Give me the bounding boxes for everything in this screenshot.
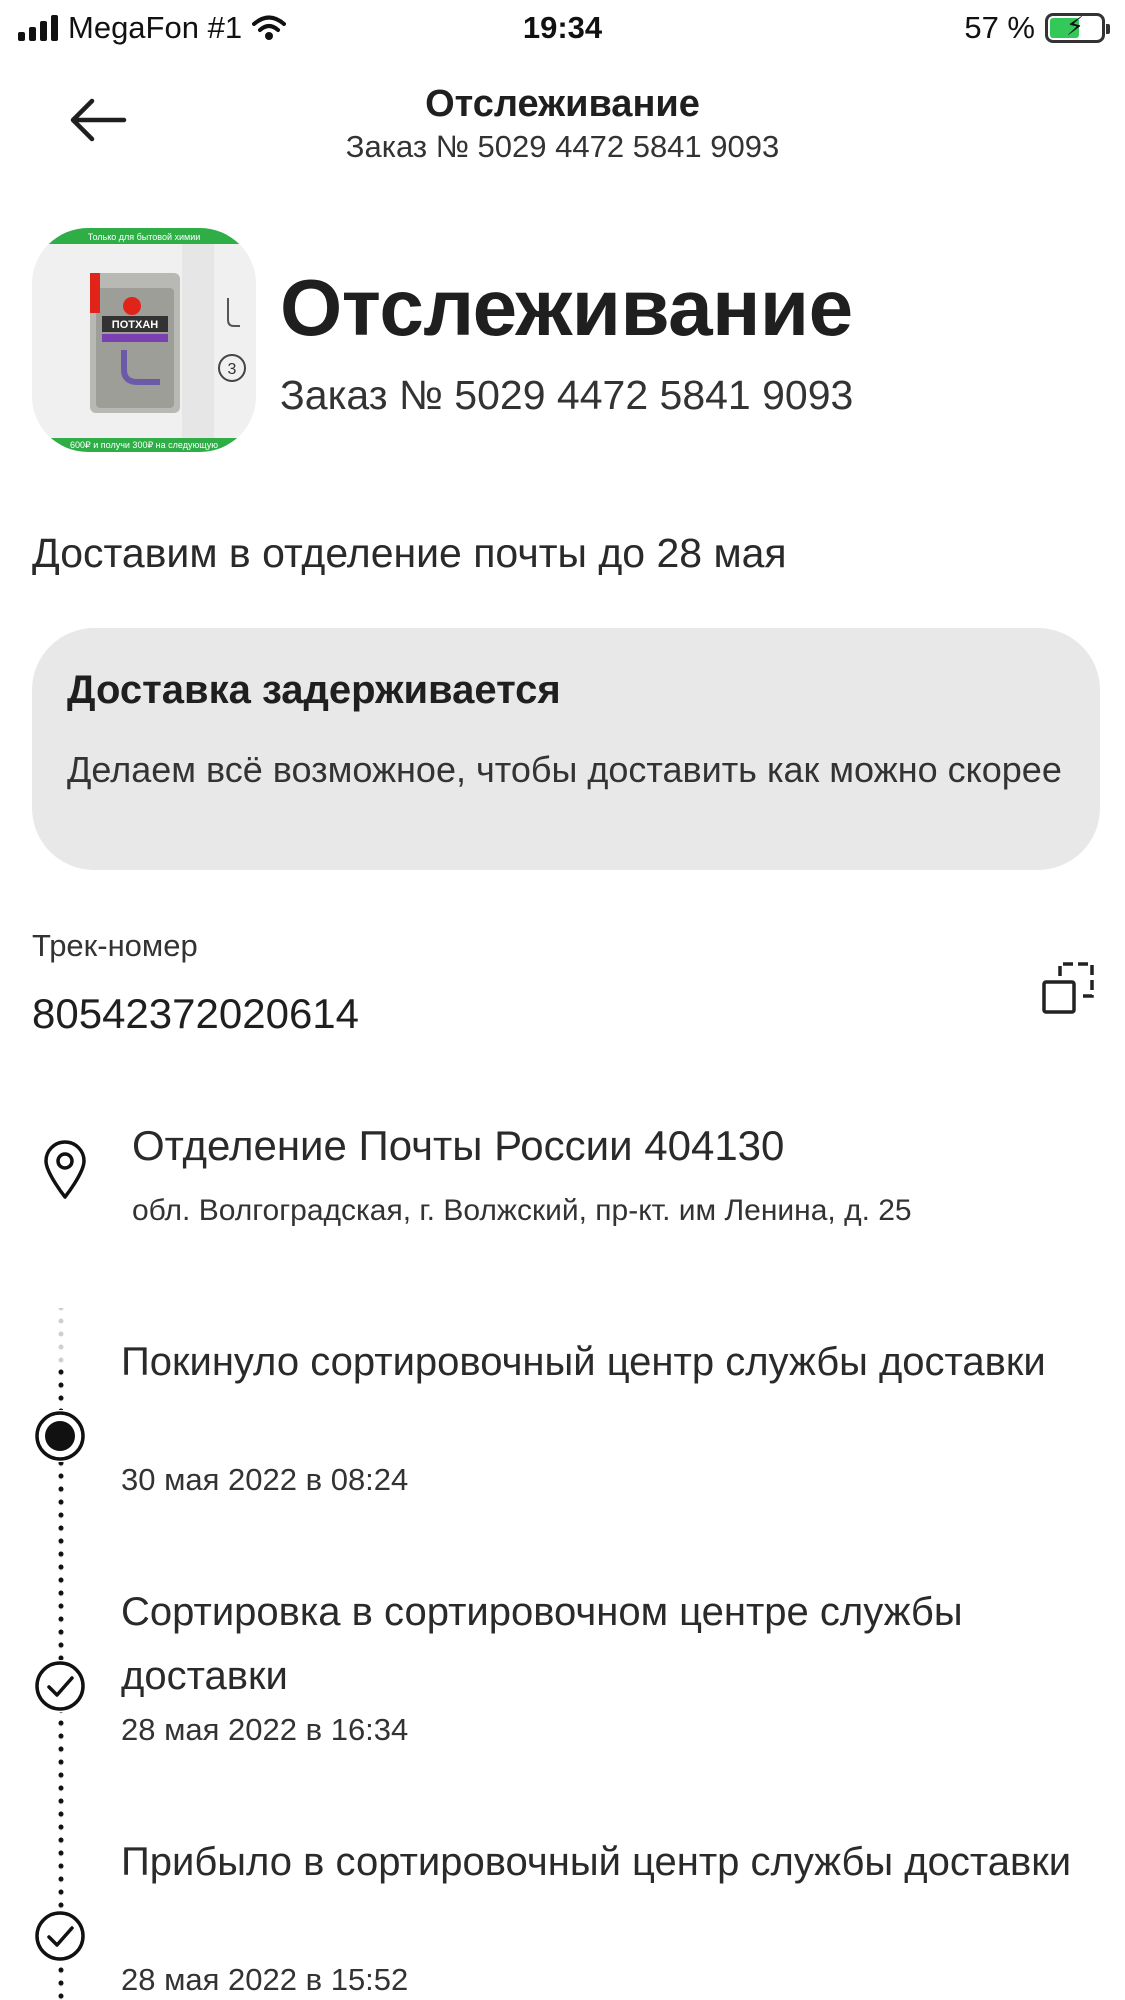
delay-alert-card: Доставка задерживается Делаем всё возмож…	[32, 628, 1100, 870]
current-dot-icon	[34, 1410, 86, 1462]
event-date: 28 мая 2022 в 16:34	[121, 1712, 409, 1747]
svg-text:3: 3	[228, 361, 237, 378]
check-circle-icon	[34, 1910, 86, 1962]
check-circle-icon	[34, 1660, 86, 1712]
alert-title: Доставка задерживается	[67, 668, 561, 712]
product-banner-top: Только для бытовой химии	[88, 232, 201, 242]
page-title: Отслеживание	[280, 263, 853, 352]
battery-group: 57 % ⚡	[964, 10, 1110, 46]
event-date: 28 мая 2022 в 15:52	[121, 1962, 409, 1997]
event-title: Покинуло сортировочный центр службы дост…	[121, 1340, 1046, 1384]
nav-order-number: Заказ № 5029 4472 5841 9093	[345, 129, 780, 164]
tracking-label: Трек-номер	[32, 928, 198, 963]
order-number: Заказ № 5029 4472 5841 9093	[280, 372, 854, 418]
tracking-number[interactable]: 80542372020614	[32, 990, 359, 1038]
location-pin-icon	[44, 1140, 86, 1199]
charging-bolt-icon: ⚡	[1065, 11, 1085, 41]
nav-title: Отслеживание	[425, 83, 700, 125]
status-bar: MegaFon #1 19:34 57 % ⚡	[0, 0, 1125, 58]
clock: 19:34	[522, 10, 603, 45]
event-date: 30 мая 2022 в 08:24	[121, 1462, 409, 1497]
product-brand: ПОТХАН	[112, 319, 158, 331]
alert-text: Делаем всё возможное, чтобы доставить ка…	[67, 749, 1062, 790]
post-office-address: обл. Волгоградская, г. Волжский, пр-кт. …	[132, 1194, 912, 1227]
nav-header: Отслеживание Заказ № 5029 4472 5841 9093	[0, 75, 1125, 175]
post-office-name: Отделение Почты России 404130	[132, 1122, 785, 1169]
event-title: Прибыло в сортировочный центр службы дос…	[121, 1840, 1072, 1884]
product-image: Только для бытовой химии 600₽ и получи 3…	[32, 228, 256, 452]
battery-percent: 57 %	[964, 10, 1035, 45]
delivery-estimate: Доставим в отделение почты до 28 мая	[32, 530, 787, 576]
battery-icon: ⚡	[1045, 11, 1110, 43]
event-title: Сортировка в сортировочном центре службы…	[121, 1590, 963, 1698]
product-banner-bottom: 600₽ и получи 300₽ на следующую	[70, 440, 218, 450]
copy-icon[interactable]	[1040, 958, 1100, 1018]
